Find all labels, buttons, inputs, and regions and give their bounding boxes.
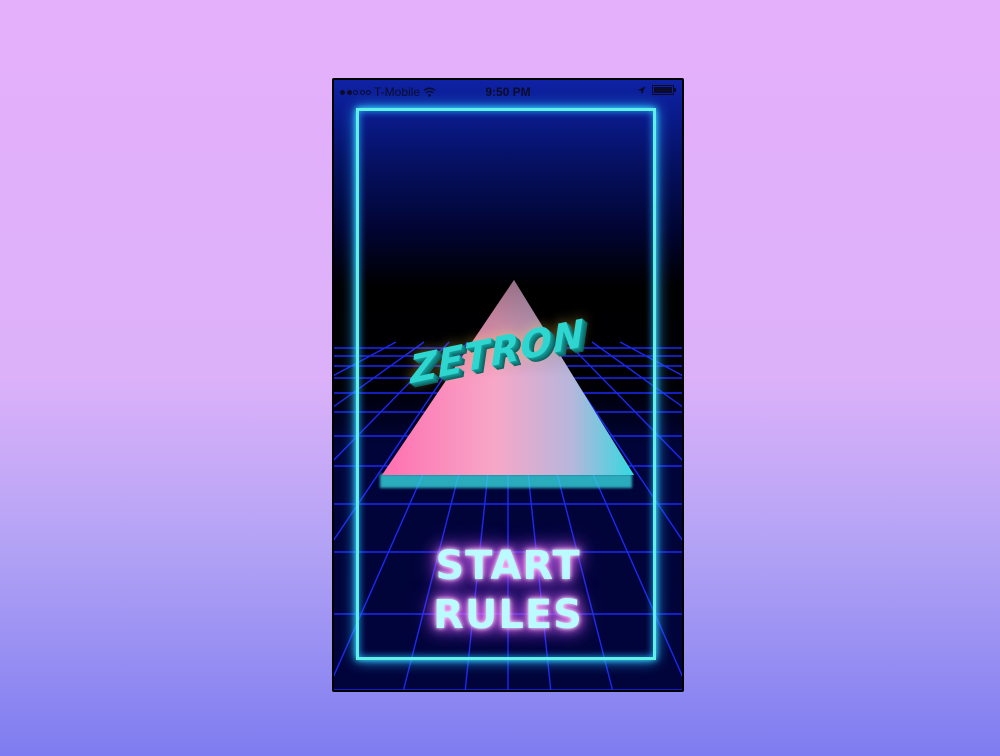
status-bar: T-Mobile 9:50 PM <box>334 80 682 104</box>
status-time: 9:50 PM <box>485 85 531 99</box>
status-right <box>637 85 676 95</box>
rules-button[interactable]: RULES <box>334 595 682 635</box>
location-arrow-icon <box>637 86 646 94</box>
start-button[interactable]: START <box>334 546 682 586</box>
battery-icon <box>652 85 676 95</box>
phone-frame: T-Mobile 9:50 PM ZETRON START RULES <box>332 78 684 692</box>
